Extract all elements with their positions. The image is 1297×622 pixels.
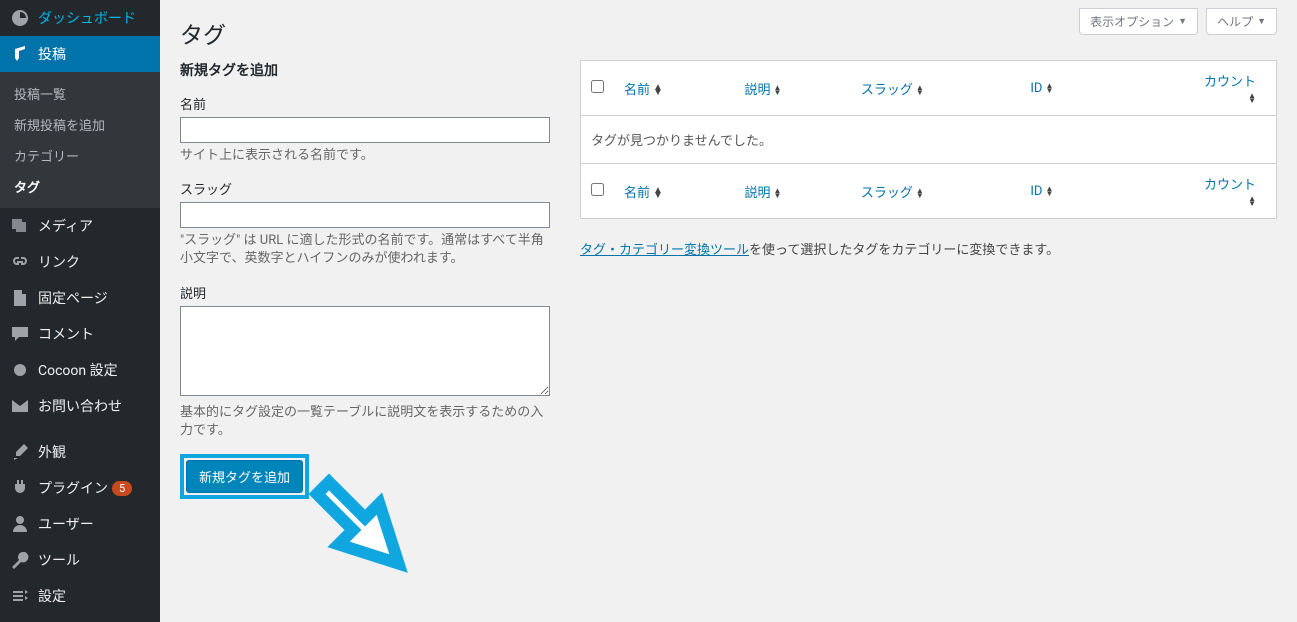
submenu-item-categories[interactable]: カテゴリー: [0, 140, 160, 171]
tool-icon: [10, 550, 30, 570]
sidebar-item-label: コメント: [38, 324, 94, 344]
col-name-foot[interactable]: 名前▲▼: [624, 186, 663, 201]
sidebar-item-contact[interactable]: お問い合わせ: [0, 388, 160, 424]
sidebar-item-cocoon[interactable]: Cocoon 設定: [0, 352, 160, 388]
sidebar-item-posts[interactable]: 投稿: [0, 36, 160, 72]
sort-icon: ▲▼: [773, 85, 781, 95]
user-icon: [10, 514, 30, 534]
sidebar-item-label: 投稿: [38, 44, 66, 64]
admin-sidebar: ダッシュボード 投稿 投稿一覧 新規投稿を追加 カテゴリー タグ メディア リン…: [0, 0, 160, 622]
sort-icon: ▲▼: [653, 188, 663, 198]
plug-icon: [10, 478, 30, 498]
col-id-foot[interactable]: ID▲▼: [1030, 184, 1053, 199]
name-label: 名前: [180, 94, 550, 113]
sort-icon: ▲▼: [916, 85, 924, 95]
help-button[interactable]: ヘルプ ▼: [1206, 8, 1277, 35]
description-label: 説明: [180, 283, 550, 302]
help-label: ヘルプ: [1217, 13, 1253, 30]
page-icon: [10, 288, 30, 308]
table-row-empty: タグが見つかりませんでした。: [581, 116, 1276, 163]
converter-link[interactable]: タグ・カテゴリー変換ツール: [580, 243, 749, 258]
slug-input[interactable]: [180, 202, 550, 228]
screen-options-label: 表示オプション: [1090, 13, 1174, 30]
submit-highlight: 新規タグを追加: [180, 454, 309, 499]
col-count[interactable]: カウント▲▼: [1204, 75, 1256, 105]
form-heading: 新規タグを追加: [180, 60, 550, 80]
mail-icon: [10, 396, 30, 416]
tags-table: 名前▲▼ 説明▲▼ スラッグ▲▼ ID▲▼ カウント▲▼ タグが見つかりませんで…: [580, 60, 1277, 219]
select-all-checkbox-top[interactable]: [591, 80, 604, 93]
field-name: 名前 サイト上に表示される名前です。: [180, 94, 550, 165]
col-slug-foot[interactable]: スラッグ▲▼: [861, 186, 924, 201]
slug-desc: "スラッグ" は URL に適した形式の名前です。通常はすべて半角小文字で、英数…: [180, 232, 550, 268]
sidebar-item-label: ダッシュボード: [38, 8, 136, 28]
select-all-checkbox-bottom[interactable]: [591, 183, 604, 196]
sidebar-item-tools[interactable]: ツール: [0, 542, 160, 578]
sidebar-item-appearance[interactable]: 外観: [0, 434, 160, 470]
name-desc: サイト上に表示される名前です。: [180, 147, 550, 165]
submenu-item-all-posts[interactable]: 投稿一覧: [0, 78, 160, 109]
sidebar-item-pages[interactable]: 固定ページ: [0, 280, 160, 316]
field-slug: スラッグ "スラッグ" は URL に適した形式の名前です。通常はすべて半角小文…: [180, 179, 550, 268]
main-content: 表示オプション ▼ ヘルプ ▼ タグ 新規タグを追加 名前 サイト上に表示される…: [160, 0, 1297, 622]
sidebar-item-dashboard[interactable]: ダッシュボード: [0, 0, 160, 36]
submenu-item-tags[interactable]: タグ: [0, 171, 160, 202]
tags-list-panel: 名前▲▼ 説明▲▼ スラッグ▲▼ ID▲▼ カウント▲▼ タグが見つかりませんで…: [580, 60, 1277, 499]
sidebar-item-users[interactable]: ユーザー: [0, 506, 160, 542]
col-description-foot[interactable]: 説明▲▼: [744, 186, 781, 201]
col-id[interactable]: ID▲▼: [1030, 81, 1053, 96]
col-slug[interactable]: スラッグ▲▼: [861, 83, 924, 98]
screen-meta: 表示オプション ▼ ヘルプ ▼: [1079, 8, 1277, 35]
sidebar-item-label: 外観: [38, 442, 66, 462]
pin-icon: [10, 44, 30, 64]
comment-icon: [10, 324, 30, 344]
brush-icon: [10, 442, 30, 462]
empty-message: タグが見つかりませんでした。: [581, 116, 1276, 163]
col-description[interactable]: 説明▲▼: [744, 83, 781, 98]
description-desc: 基本的にタグ設定の一覧テーブルに説明文を表示するための入力です。: [180, 404, 550, 440]
sidebar-item-label: ツール: [38, 550, 80, 570]
add-tag-form: 新規タグを追加 名前 サイト上に表示される名前です。 スラッグ "スラッグ" は…: [180, 60, 550, 499]
sort-icon: ▲▼: [1248, 93, 1256, 103]
converter-text: を使って選択したタグをカテゴリーに変換できます。: [749, 243, 1059, 258]
sidebar-item-media[interactable]: メディア: [0, 208, 160, 244]
sidebar-item-plugins[interactable]: プラグイン 5: [0, 470, 160, 506]
sidebar-item-label: メディア: [38, 216, 93, 236]
sidebar-submenu-posts: 投稿一覧 新規投稿を追加 カテゴリー タグ: [0, 72, 160, 208]
field-description: 説明 基本的にタグ設定の一覧テーブルに説明文を表示するための入力です。: [180, 283, 550, 440]
plugin-update-badge: 5: [112, 481, 132, 496]
sidebar-item-label: プラグイン: [38, 478, 108, 498]
circle-icon: [10, 360, 30, 380]
name-input[interactable]: [180, 117, 550, 143]
sort-icon: ▲▼: [1045, 186, 1053, 196]
sort-icon: ▲▼: [773, 188, 781, 198]
dashboard-icon: [10, 8, 30, 28]
add-tag-button[interactable]: 新規タグを追加: [186, 460, 303, 493]
slug-label: スラッグ: [180, 179, 550, 198]
settings-icon: [10, 586, 30, 606]
col-count-foot[interactable]: カウント▲▼: [1204, 178, 1256, 208]
chevron-down-icon: ▼: [1257, 16, 1266, 27]
link-icon: [10, 252, 30, 272]
col-name[interactable]: 名前▲▼: [624, 83, 663, 98]
media-icon: [10, 216, 30, 236]
sidebar-item-label: Cocoon 設定: [38, 360, 118, 380]
sidebar-item-label: お問い合わせ: [38, 396, 122, 416]
sidebar-item-label: リンク: [38, 252, 80, 272]
sort-icon: ▲▼: [1248, 196, 1256, 206]
sort-icon: ▲▼: [1045, 83, 1053, 93]
sidebar-item-links[interactable]: リンク: [0, 244, 160, 280]
sidebar-item-label: 固定ページ: [38, 288, 108, 308]
sidebar-item-settings[interactable]: 設定: [0, 578, 160, 614]
sidebar-item-comments[interactable]: コメント: [0, 316, 160, 352]
submenu-item-add-new[interactable]: 新規投稿を追加: [0, 109, 160, 140]
sidebar-item-label: ユーザー: [38, 514, 94, 534]
converter-note: タグ・カテゴリー変換ツールを使って選択したタグをカテゴリーに変換できます。: [580, 239, 1277, 258]
description-input[interactable]: [180, 306, 550, 396]
sort-icon: ▲▼: [916, 188, 924, 198]
sort-icon: ▲▼: [653, 85, 663, 95]
chevron-down-icon: ▼: [1178, 16, 1187, 27]
screen-options-button[interactable]: 表示オプション ▼: [1079, 8, 1198, 35]
sidebar-item-label: 設定: [38, 586, 66, 606]
